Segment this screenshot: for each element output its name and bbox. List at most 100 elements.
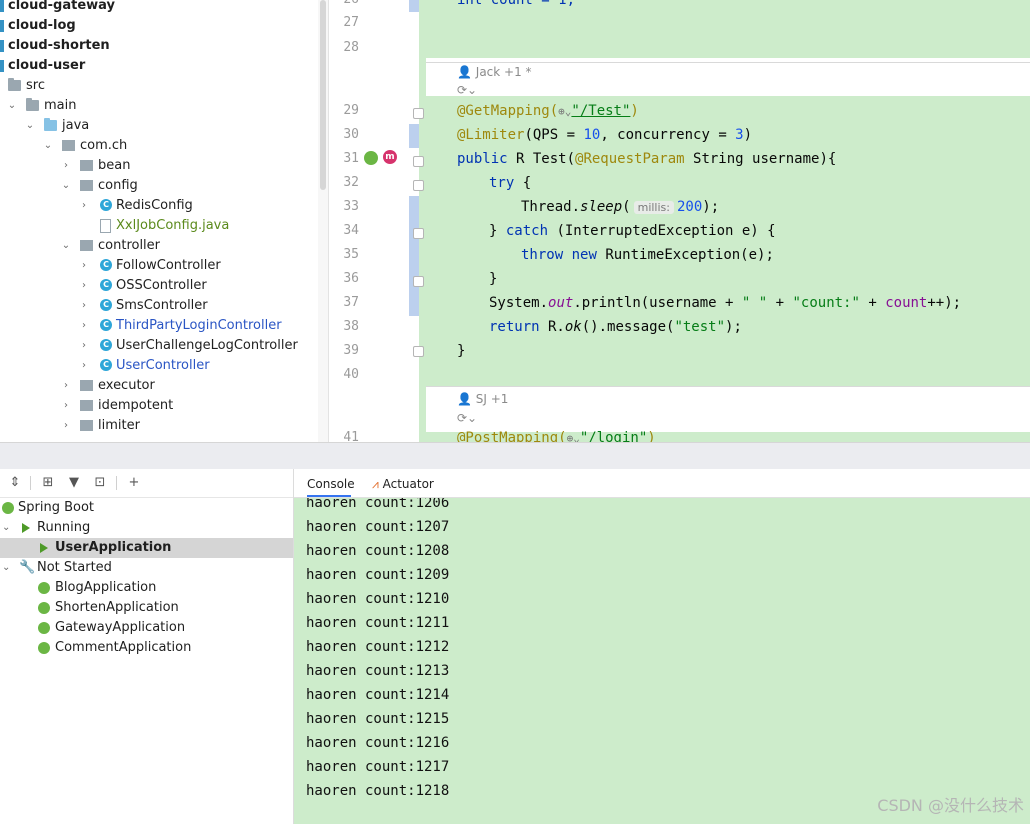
code-line-26[interactable]: int count = 1;	[457, 0, 575, 12]
wrench-icon: 🔧	[19, 560, 36, 575]
console-line: haoren count:1209	[306, 567, 450, 583]
service-group-running[interactable]: ⌄ Running	[0, 518, 293, 538]
filter-icon[interactable]: ▼	[66, 475, 82, 491]
user-icon: 👤	[457, 392, 472, 406]
collapse-all-icon[interactable]: ⇕	[7, 475, 23, 491]
fold-marker[interactable]	[413, 228, 424, 239]
package-icon	[80, 240, 93, 251]
fold-marker[interactable]	[413, 346, 424, 357]
chevron-down-icon[interactable]: ⌄	[42, 136, 54, 156]
globe-icon[interactable]: ⊕⌄	[558, 105, 571, 118]
chevron-right-icon[interactable]: ›	[78, 256, 90, 276]
divider	[30, 476, 31, 490]
code-line-35[interactable]: throw new RuntimeException(e);	[521, 243, 774, 267]
chevron-down-icon[interactable]: ⌄	[60, 236, 72, 256]
chevron-right-icon[interactable]: ›	[60, 416, 72, 436]
line-number: 32	[343, 175, 359, 190]
chevron-right-icon[interactable]: ›	[78, 356, 90, 376]
package-icon	[80, 420, 93, 431]
line-number: 31	[343, 151, 359, 166]
chevron-right-icon[interactable]: ›	[60, 396, 72, 416]
chevron-right-icon[interactable]: ›	[60, 156, 72, 176]
code-line-29[interactable]: @GetMapping(⊕⌄"/Test")	[457, 99, 639, 123]
code-line-38[interactable]: return R.ok().message("test");	[489, 315, 742, 339]
add-service-icon[interactable]: +	[126, 475, 142, 491]
fold-marker[interactable]	[413, 108, 424, 119]
service-group-not-started[interactable]: ⌄ 🔧 Not Started	[0, 558, 293, 578]
console-line: haoren count:1212	[306, 639, 450, 655]
service-item-blogapplication[interactable]: BlogApplication	[0, 578, 293, 598]
chevron-down-icon[interactable]: ⌄	[2, 558, 10, 578]
vcs-change-marker[interactable]	[409, 0, 419, 12]
chevron-down-icon[interactable]: ⌄	[2, 518, 10, 538]
vcs-change-marker[interactable]	[409, 124, 419, 148]
class-icon: C	[100, 199, 112, 211]
service-item-commentapplication[interactable]: CommentApplication	[0, 638, 293, 658]
class-icon: C	[100, 259, 112, 271]
chevron-right-icon[interactable]: ›	[78, 296, 90, 316]
service-item-shortenapplication[interactable]: ShortenApplication	[0, 598, 293, 618]
line-number: 39	[343, 343, 359, 358]
console-tabs: Console ⩘ Actuator	[294, 469, 1030, 498]
chevron-right-icon[interactable]: ›	[78, 316, 90, 336]
spring-bean-icon[interactable]	[364, 151, 378, 165]
tool-window-header[interactable]	[0, 442, 1030, 470]
code-line-30[interactable]: @Limiter(QPS = 10, concurrency = 3)	[457, 123, 752, 147]
actuator-icon: ⩘	[372, 477, 379, 491]
line-number: 35	[343, 247, 359, 262]
module-icon	[0, 40, 4, 52]
service-item-userapplication[interactable]: UserApplication	[0, 538, 293, 558]
code-author-inlay[interactable]: 👤 SJ +1	[457, 389, 508, 409]
source-folder-icon	[44, 118, 57, 131]
tab-console[interactable]: Console	[307, 469, 355, 497]
code-author-inlay[interactable]: 👤 Jack +1 *	[457, 62, 532, 82]
java-file-icon	[100, 219, 111, 233]
package-icon	[80, 160, 93, 171]
services-toolbar: ⇕ ⊞ ▼ ⊡ +	[0, 469, 293, 498]
fold-marker[interactable]	[413, 180, 424, 191]
new-tab-icon[interactable]: ⊡	[92, 475, 108, 491]
line-number: 30	[343, 127, 359, 142]
chevron-down-icon[interactable]: ⌄	[60, 176, 72, 196]
chevron-down-icon[interactable]: ⌄	[6, 96, 18, 116]
fold-marker[interactable]	[413, 276, 424, 287]
tree-scrollbar-thumb[interactable]	[320, 0, 326, 190]
package-icon	[80, 180, 93, 191]
line-number: 37	[343, 295, 359, 310]
chevron-right-icon[interactable]: ›	[78, 196, 90, 216]
mapping-icon[interactable]: m	[383, 150, 397, 164]
class-icon: C	[100, 299, 112, 311]
vcs-change-marker[interactable]	[409, 196, 419, 316]
console-line: haoren count:1213	[306, 663, 450, 679]
line-number: 27	[343, 15, 359, 30]
console-line: haoren count:1214	[306, 687, 450, 703]
code-line-36[interactable]: }	[489, 267, 497, 291]
folder-icon	[8, 78, 21, 91]
spring-boot-icon	[38, 622, 50, 634]
module-icon	[0, 0, 4, 12]
code-vision-icon[interactable]: ⟳⌄	[457, 80, 477, 100]
tab-actuator[interactable]: ⩘ Actuator	[372, 469, 434, 497]
code-line-37[interactable]: System.out.println(username + " " + "cou…	[489, 291, 961, 315]
service-root-spring-boot[interactable]: Spring Boot	[0, 498, 293, 518]
code-line-39[interactable]: }	[457, 339, 465, 363]
console-output[interactable]: haoren count:1206 haoren count:1207 haor…	[294, 498, 1030, 824]
run-icon	[40, 543, 48, 553]
code-vision-icon[interactable]: ⟳⌄	[457, 408, 477, 428]
line-number: 33	[343, 199, 359, 214]
group-by-icon[interactable]: ⊞	[40, 475, 56, 491]
chevron-right-icon[interactable]: ›	[78, 276, 90, 296]
code-line-32[interactable]: try {	[489, 171, 531, 195]
service-item-gatewayapplication[interactable]: GatewayApplication	[0, 618, 293, 638]
code-line-31[interactable]: public R Test(@RequestParam String usern…	[457, 147, 836, 171]
code-line-34[interactable]: } catch (InterruptedException e) {	[489, 219, 776, 243]
class-icon: C	[100, 339, 112, 351]
chevron-down-icon[interactable]: ⌄	[24, 116, 36, 136]
package-icon	[80, 400, 93, 411]
line-number: 34	[343, 223, 359, 238]
chevron-right-icon[interactable]: ›	[60, 376, 72, 396]
fold-marker[interactable]	[413, 156, 424, 167]
spring-boot-icon	[2, 502, 14, 514]
chevron-right-icon[interactable]: ›	[78, 336, 90, 356]
code-line-33[interactable]: Thread.sleep(millis: 200);	[521, 195, 719, 219]
